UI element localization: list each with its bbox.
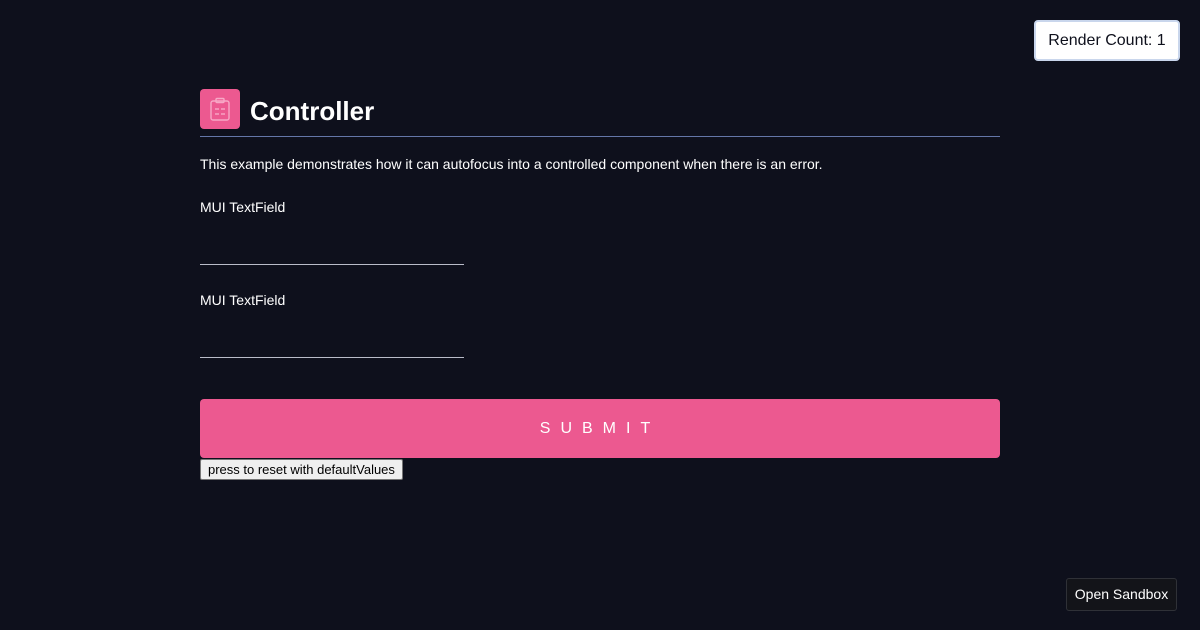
open-sandbox-button[interactable]: Open Sandbox — [1066, 578, 1177, 611]
reset-button[interactable]: press to reset with defaultValues — [200, 459, 403, 480]
field-label-1: MUI TextField — [200, 199, 286, 215]
page-title: Controller — [250, 96, 375, 126]
clipboard-icon — [200, 89, 240, 129]
mui-textfield-input-1[interactable] — [200, 237, 464, 265]
page-description: This example demonstrates how it can aut… — [200, 156, 823, 172]
submit-button[interactable]: SUBMIT — [200, 399, 1000, 458]
render-count-badge: Render Count: 1 — [1034, 20, 1180, 61]
field-label-2: MUI TextField — [200, 292, 286, 308]
mui-textfield-input-2[interactable] — [200, 330, 464, 358]
page-header: Controller — [200, 89, 1000, 137]
